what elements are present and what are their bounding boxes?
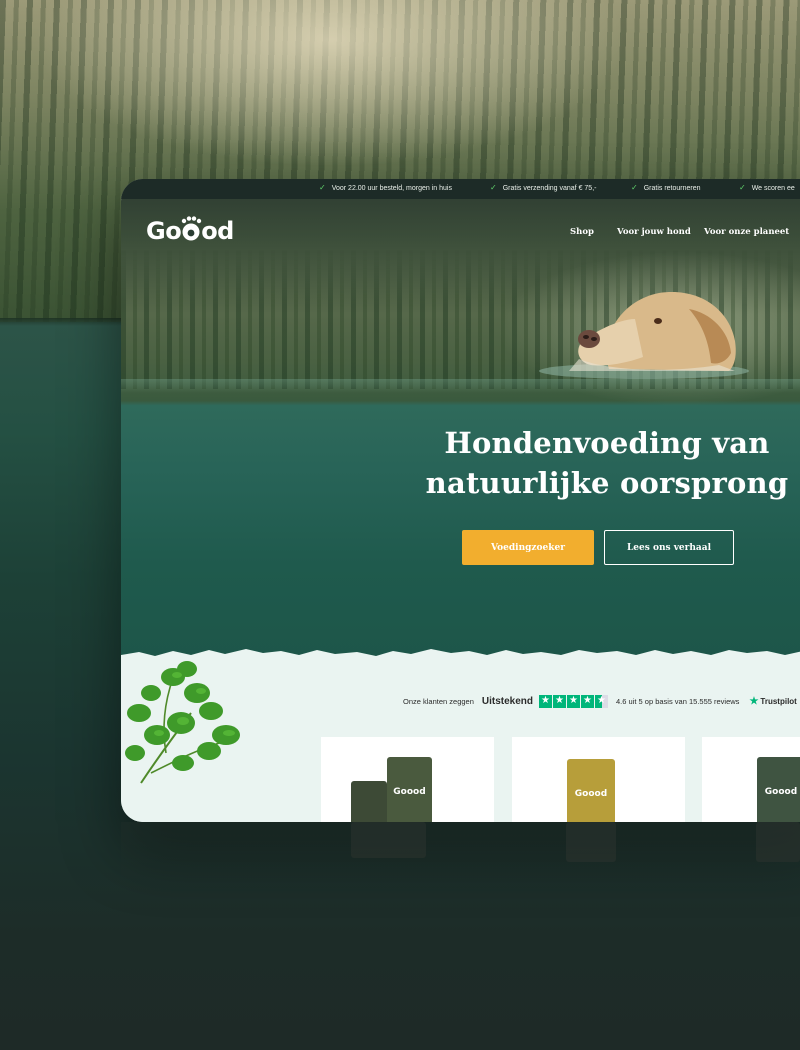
star-icon: ★ (539, 694, 553, 708)
trustpilot-logo-text: Trustpilot (760, 696, 797, 706)
paw-icon (181, 216, 202, 241)
product-bag-image: Goood (757, 757, 800, 822)
product-bag-image: Goood (387, 757, 432, 822)
hero-water-surface (121, 379, 800, 393)
star-icon: ★ (581, 694, 595, 708)
product-card[interactable]: Goood (702, 737, 800, 822)
trustpilot-widget[interactable]: Onze klanten zeggen Uitstekend ★ ★ ★ ★ ★… (403, 694, 797, 708)
hero-headline: Hondenvoeding van natuurlijke oorsprong (407, 423, 800, 503)
swimming-dog-image (539, 292, 749, 379)
nav-item-voor-onze-planeet[interactable]: Voor onze planeet (704, 227, 789, 237)
usp-label: Voor 22.00 uur besteld, morgen in huis (331, 184, 452, 192)
trustpilot-stars: ★ ★ ★ ★ ★ (539, 694, 609, 708)
usp-label: Gratis verzending vanaf € 75,- (502, 184, 597, 192)
star-half-icon: ★ (595, 694, 609, 708)
trustpilot-intro: Onze klanten zeggen (403, 696, 474, 706)
product-card[interactable]: Goood (512, 737, 685, 822)
trustpilot-logo[interactable]: ★ Trustpilot (749, 696, 796, 707)
star-icon: ★ (553, 694, 567, 708)
check-icon: ✓ (490, 183, 497, 192)
logo-text-end: od (201, 217, 234, 245)
website-mockup: ✓ Voor 22.00 uur besteld, morgen in huis… (121, 179, 800, 822)
star-icon: ★ (567, 694, 581, 708)
usp-item: ✓ We scoren ee (739, 184, 795, 192)
check-icon: ✓ (739, 183, 746, 192)
usp-item: ✓ Gratis retourneren (631, 184, 701, 192)
product-bag-image: Goood (567, 759, 615, 822)
content-section: Onze klanten zeggen Uitstekend ★ ★ ★ ★ ★… (121, 661, 800, 822)
usp-label: Gratis retourneren (643, 184, 701, 192)
parsley-image (125, 661, 240, 784)
trustpilot-summary: 4.6 uit 5 op basis van 15.555 reviews (616, 696, 740, 706)
usp-bar: ✓ Voor 22.00 uur besteld, morgen in huis… (121, 179, 800, 199)
product-bag-label: Goood (393, 787, 426, 797)
trustpilot-star-icon: ★ (749, 695, 759, 707)
hero-headline-line1: Hondenvoeding van (444, 426, 770, 460)
product-bag-label: Goood (764, 787, 798, 797)
reflection-bag (351, 822, 426, 858)
goood-logo[interactable]: Go od (146, 215, 234, 247)
usp-label: We scoren ee (751, 184, 795, 192)
check-icon: ✓ (631, 183, 638, 192)
hero-section: ✓ Voor 22.00 uur besteld, morgen in huis… (121, 179, 800, 661)
lees-ons-verhaal-button[interactable]: Lees ons verhaal (604, 530, 734, 565)
usp-item: ✓ Voor 22.00 uur besteld, morgen in huis (319, 184, 452, 192)
trustpilot-rating-word: Uitstekend (481, 695, 534, 707)
product-bag-label: Goood (574, 789, 608, 799)
product-bag-image (351, 781, 387, 822)
card-reflection (121, 822, 800, 892)
reflection-bag (756, 822, 800, 862)
logo-text-start: Go (146, 217, 182, 245)
usp-item: ✓ Gratis verzending vanaf € 75,- (490, 184, 596, 192)
reflection-bag (566, 822, 616, 862)
hero-headline-line2: natuurlijke oorsprong (425, 466, 789, 500)
voedingzoeker-button[interactable]: Voedingzoeker (462, 530, 594, 565)
nav-item-shop[interactable]: Shop (570, 227, 594, 237)
product-card[interactable]: Goood (321, 737, 494, 822)
check-icon: ✓ (319, 183, 326, 192)
nav-item-voor-jouw-hond[interactable]: Voor jouw hond (617, 227, 691, 237)
